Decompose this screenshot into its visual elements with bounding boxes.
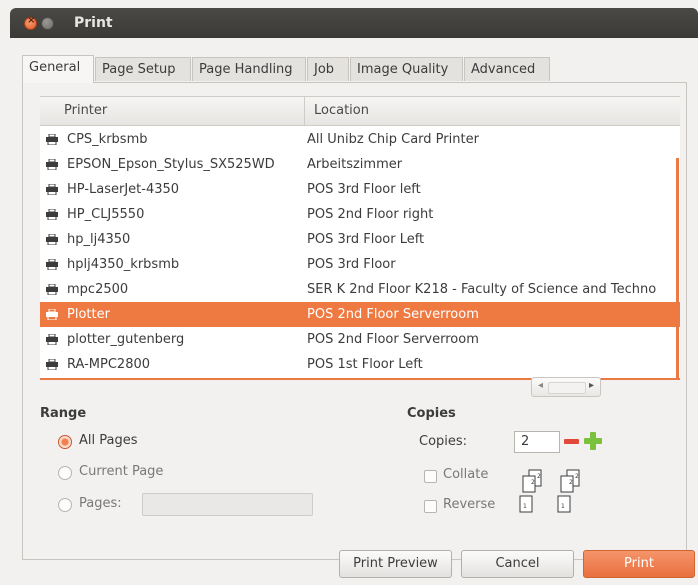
printer-icon (46, 184, 58, 195)
scroll-left-icon[interactable]: ◂ (538, 380, 543, 391)
printer-row[interactable]: hplj4350_krbsmb POS 3rd Floor (40, 252, 680, 277)
decrease-copies-button[interactable] (563, 434, 580, 449)
close-window-button[interactable]: × (24, 15, 37, 30)
print-dialog: × Print General Page Setup Page Handling… (0, 0, 698, 585)
svg-text:2: 2 (575, 473, 579, 480)
collate-preview-icon: 2 2 1 2 2 1 (519, 469, 580, 513)
printer-name: RA-MPC2800 (67, 357, 151, 372)
copies-title: Copies (407, 406, 456, 421)
printer-name: HP-LaserJet-4350 (67, 182, 180, 197)
printer-location: POS 3rd Floor Left (307, 232, 425, 247)
tab-image-quality[interactable]: Image Quality (350, 57, 463, 81)
printer-list-header: Printer Location (40, 97, 680, 126)
range-title: Range (40, 406, 87, 421)
window-title: Print (74, 15, 113, 31)
svg-text:1: 1 (561, 503, 565, 510)
svg-text:2: 2 (569, 479, 573, 486)
pages-label: Pages: (79, 496, 122, 511)
scroll-right-icon[interactable]: ▸ (589, 380, 594, 391)
column-header-location[interactable]: Location (306, 97, 680, 125)
print-preview-button[interactable]: Print Preview (339, 550, 452, 578)
svg-text:2: 2 (531, 479, 535, 486)
printer-location: POS 2nd Floor Serverroom (307, 332, 479, 347)
printer-location: SER K 2nd Floor K218 - Faculty of Scienc… (307, 282, 657, 297)
printer-name: EPSON_Epson_Stylus_SX525WD (67, 157, 275, 172)
printer-location: POS 2nd Floor Serverroom (307, 307, 479, 322)
print-button[interactable]: Print (583, 550, 695, 578)
printer-location: POS 2nd Floor right (307, 207, 434, 222)
radio-current-page[interactable] (58, 466, 72, 480)
radio-all-pages[interactable] (58, 435, 72, 449)
vertical-scrollbar[interactable] (676, 158, 679, 378)
printer-name: Plotter (67, 307, 110, 322)
printer-name: plotter_gutenberg (67, 332, 185, 347)
printer-location: POS 1st Floor Left (307, 357, 423, 372)
tab-page-handling[interactable]: Page Handling (192, 57, 306, 81)
cancel-button[interactable]: Cancel (461, 550, 574, 578)
printer-icon (46, 209, 58, 220)
printer-location: POS 3rd Floor left (307, 182, 421, 197)
copies-label: Copies: (419, 434, 468, 449)
printer-name: hplj4350_krbsmb (67, 257, 180, 272)
printer-row[interactable]: HP-LaserJet-4350 POS 3rd Floor left (40, 177, 680, 202)
printer-name: CPS_krbsmb (67, 132, 148, 147)
collate-checkbox[interactable] (424, 470, 437, 483)
tab-general[interactable]: General (22, 55, 94, 83)
printer-name: mpc2500 (67, 282, 129, 297)
reverse-checkbox[interactable] (424, 500, 437, 513)
minimize-window-button[interactable] (41, 17, 54, 30)
scroll-thumb[interactable] (548, 382, 586, 394)
printer-row[interactable]: EPSON_Epson_Stylus_SX525WD Arbeitszimmer (40, 152, 680, 177)
printer-icon (46, 284, 58, 295)
tab-job[interactable]: Job (307, 57, 349, 81)
printer-row[interactable]: Plotter POS 2nd Floor Serverroom (40, 302, 680, 327)
printer-icon (46, 234, 58, 245)
current-page-label: Current Page (79, 464, 164, 479)
all-pages-label: All Pages (79, 433, 138, 448)
printer-name: hp_lj4350 (67, 232, 131, 247)
horizontal-scrollbar[interactable]: ◂ ▸ (531, 377, 601, 397)
printer-icon (46, 159, 58, 170)
printer-location: All Unibz Chip Card Printer (307, 132, 479, 147)
printer-row[interactable]: CPS_krbsmb All Unibz Chip Card Printer (40, 127, 680, 152)
printer-icon (46, 334, 58, 345)
pages-input[interactable] (142, 493, 313, 516)
printer-row[interactable]: mpc2500 SER K 2nd Floor K218 - Faculty of… (40, 277, 680, 302)
printer-icon (46, 309, 58, 320)
column-header-printer[interactable]: Printer (56, 97, 305, 125)
printer-list[interactable]: Printer Location CPS_krbsmb All Unibz Chi… (40, 96, 680, 379)
tab-advanced[interactable]: Advanced (464, 57, 550, 81)
printer-name: HP_CLJ5550 (67, 207, 145, 222)
printer-location: Arbeitszimmer (307, 157, 403, 172)
copies-input[interactable]: 2 (514, 431, 560, 453)
increase-copies-button[interactable] (584, 432, 602, 450)
title-bar: × Print (10, 8, 698, 38)
printer-icon (46, 259, 58, 270)
radio-pages[interactable] (58, 498, 72, 512)
printer-row[interactable]: plotter_gutenberg POS 2nd Floor Serverroo… (40, 327, 680, 352)
printer-icon (46, 359, 58, 370)
collate-label: Collate (443, 467, 489, 482)
svg-text:1: 1 (523, 503, 527, 510)
printer-row[interactable]: RA-MPC2800 POS 1st Floor Left (40, 352, 680, 377)
printer-location: POS 3rd Floor (307, 257, 396, 272)
reverse-label: Reverse (443, 497, 496, 512)
close-icon: × (27, 15, 36, 26)
tab-page-setup[interactable]: Page Setup (95, 57, 191, 81)
printer-row[interactable]: hp_lj4350 POS 3rd Floor Left (40, 227, 680, 252)
printer-row[interactable]: HP_CLJ5550 POS 2nd Floor right (40, 202, 680, 227)
svg-text:2: 2 (537, 473, 541, 480)
printer-icon (46, 134, 58, 145)
